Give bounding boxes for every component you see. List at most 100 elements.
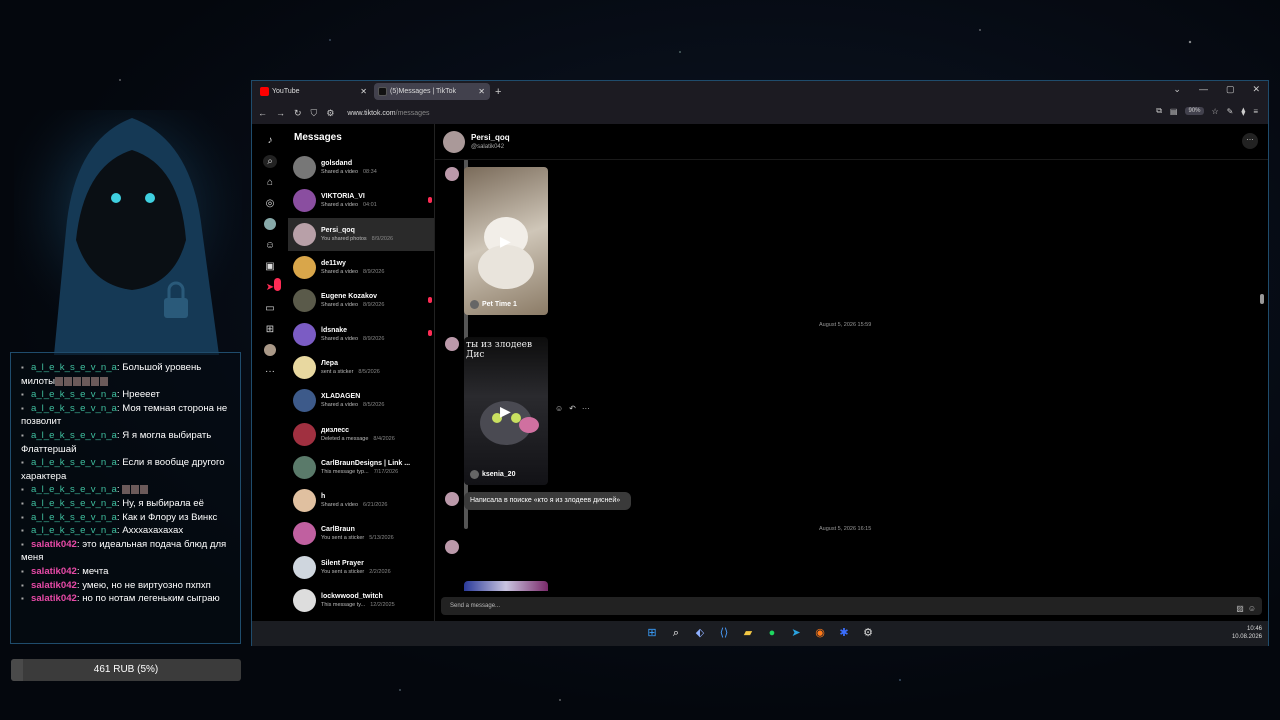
tab-tiktok[interactable]: (5)Messages | TikTok ✕ [374,83,490,100]
system-clock[interactable]: 10:46 10.08.2026 [1232,625,1262,641]
bookmark-star-icon[interactable]: ☆ [1212,107,1219,116]
search-icon[interactable]: ⌕ [263,155,277,168]
close-icon[interactable]: ✕ [478,83,485,100]
windows-start-icon[interactable]: ⊞ [645,626,660,641]
live-icon[interactable]: ▣ [263,260,277,273]
conversation-item[interactable]: дизлесс Deleted a message 8/4/2026 [288,417,434,450]
thread-scrollbar[interactable] [1260,294,1264,304]
emote-icon [91,376,100,386]
messages-title: Messages [294,132,342,143]
tab-youtube[interactable]: YouTube ✕ [256,83,372,100]
vscode-icon[interactable]: ⟨⟩ [717,626,732,641]
new-tab-button[interactable]: + [495,86,501,98]
conversation-time: 7/17/2026 [373,468,399,475]
conversation-text: XLADAGEN Shared a video 8/5/2026 [321,393,384,408]
conversation-item[interactable]: de11wy Shared a video 8/9/2026 [288,251,434,284]
profile-icon[interactable] [263,344,277,357]
tiktok-logo-icon[interactable]: ♪ [263,134,277,147]
reload-icon[interactable]: ↻ [294,108,302,119]
shared-video-card[interactable]: ▶ Pet Time 1 [464,167,548,315]
messages-icon[interactable]: ➤ 5 [263,278,281,294]
maximize-button[interactable]: ▢ [1226,84,1235,95]
extensions-puzzle-icon[interactable]: ⧫ [1241,107,1245,116]
message-input[interactable]: Send a message... ▨ ☺ [441,597,1262,615]
more-icon[interactable]: ··· [263,365,277,378]
react-emoji-icon[interactable]: ☺ [555,404,563,413]
permissions-icon[interactable]: ⚙ [326,108,334,119]
explore-icon[interactable]: ◎ [263,197,277,210]
conversation-item[interactable]: CarlBraun You sent a sticker 5/13/2026 [288,517,434,550]
firefox-icon[interactable]: ◉ [813,626,828,641]
conversation-item[interactable]: Eugene Kozakov Shared a video 8/9/2026 [288,284,434,317]
conversation-item[interactable]: ldsnake Shared a video 8/9/2026 [288,317,434,350]
avatar [293,389,316,413]
close-icon[interactable]: ✕ [360,83,367,100]
conversation-item[interactable]: CarlBraunDesigns | Link ... This message … [288,451,434,484]
close-window-button[interactable]: ✕ [1252,84,1260,95]
spotify-icon[interactable]: ● [765,626,780,641]
thread-contact-handle: @salatik042 [471,144,505,150]
preview-text: Shared a video [321,502,358,509]
search-icon[interactable]: ⌕ [669,626,684,641]
settings-icon[interactable]: ⋯ [1242,133,1258,149]
conversation-time: 6/21/2026 [363,502,388,509]
conversation-preview: This message typ... 7/17/2026 [321,469,410,475]
more-options-icon[interactable]: ··· [582,404,590,413]
menu-icon[interactable]: ≡ [1253,107,1258,116]
video-overlay-text: ты из злодеев Дис [466,340,533,360]
shared-image-preview[interactable] [464,581,548,591]
settings-icon[interactable]: ⚙ [861,626,876,641]
activity-icon[interactable]: ▭ [263,302,277,315]
snowflake-icon[interactable]: ✱ [837,626,852,641]
conversation-item[interactable]: Silent Prayer You sent a sticker 2/2/2026 [288,551,434,584]
back-icon[interactable]: ← [258,108,267,118]
user-badge-icon: ▪ [21,390,24,400]
conversation-preview: Shared a video 04:01 [321,202,377,208]
conversation-name: ldsnake [321,326,348,334]
conversation-item[interactable]: h Shared a video 6/21/2026 [288,484,434,517]
conversation-item[interactable]: golsdand Shared a video 08:34 [288,151,434,184]
emote-icon [131,485,140,495]
extension-icon[interactable]: ✎ [1227,107,1234,116]
play-icon[interactable]: ▶ [500,403,511,420]
conversation-item[interactable]: Persi_qoq You shared photos 8/9/2026 [288,217,434,251]
image-icon[interactable]: ▨ [1236,600,1244,618]
folder-icon[interactable]: ▰ [741,626,756,641]
conversation-item[interactable]: VIKTORIA_VI Shared a video 04:01 [288,184,434,217]
chat-username: a_l_e_k_s_e_v_n_a [31,402,117,414]
tiktok-page: ♪ ⌕ ⌂ ◎ ☺ ▣ ➤ 5 ▭ ⊞ ··· Messages golsdand… [252,124,1268,621]
message-bubble[interactable]: Написала в поиске «кто я из злодеев дисн… [464,492,631,510]
url-field[interactable]: www.tiktok.com/messages [347,110,429,117]
conversation-preview: Shared a video 8/9/2026 [321,269,384,275]
shared-video-card[interactable]: ты из злодеев Дис ▶ ksenia_20 [464,337,548,485]
upload-icon[interactable]: ⊞ [263,323,277,336]
emote-icon [73,376,82,386]
thread-contact-name[interactable]: Persi_qoq [471,133,510,142]
following-icon[interactable] [263,218,277,231]
app-icon[interactable]: ⬖ [693,626,708,641]
home-icon[interactable]: ⌂ [263,176,277,189]
minimize-button[interactable]: — [1199,84,1208,95]
forward-icon[interactable]: → [276,108,285,118]
telegram-icon[interactable]: ➤ [789,626,804,641]
reply-icon[interactable]: ↶ [569,404,576,413]
chat-username: a_l_e_k_s_e_v_n_a [31,484,117,496]
conversation-preview: Shared a video 6/21/2026 [321,502,387,508]
chat-message: ▪ salatik042: это идеальная подача блюд д… [21,538,230,565]
conversation-item[interactable]: XLADAGEN Shared a video 8/5/2026 [288,384,434,417]
reader-icon[interactable]: ▤ [1170,107,1178,116]
emoji-icon[interactable]: ☺ [1248,600,1256,618]
play-icon[interactable]: ▶ [500,233,511,250]
conversation-time: 8/9/2026 [371,235,394,242]
conversation-item[interactable]: Лера sent a sticker 8/5/2026 [288,351,434,384]
emote-icon [82,376,91,386]
friends-icon[interactable]: ☺ [263,239,277,252]
shield-icon[interactable]: ⛉ [311,108,318,119]
picture-in-picture-icon[interactable]: ⧉ [1156,106,1162,116]
conversation-item[interactable]: lockwwood_twitch This message ty... 12/2/2… [288,584,434,617]
zoom-level[interactable]: 90% [1185,107,1204,115]
conversation-preview: sent a sticker 8/5/2026 [321,369,380,375]
conversation-name: Лера [321,359,338,367]
avatar[interactable] [443,130,465,153]
list-tabs-icon[interactable]: ⌄ [1173,84,1181,95]
